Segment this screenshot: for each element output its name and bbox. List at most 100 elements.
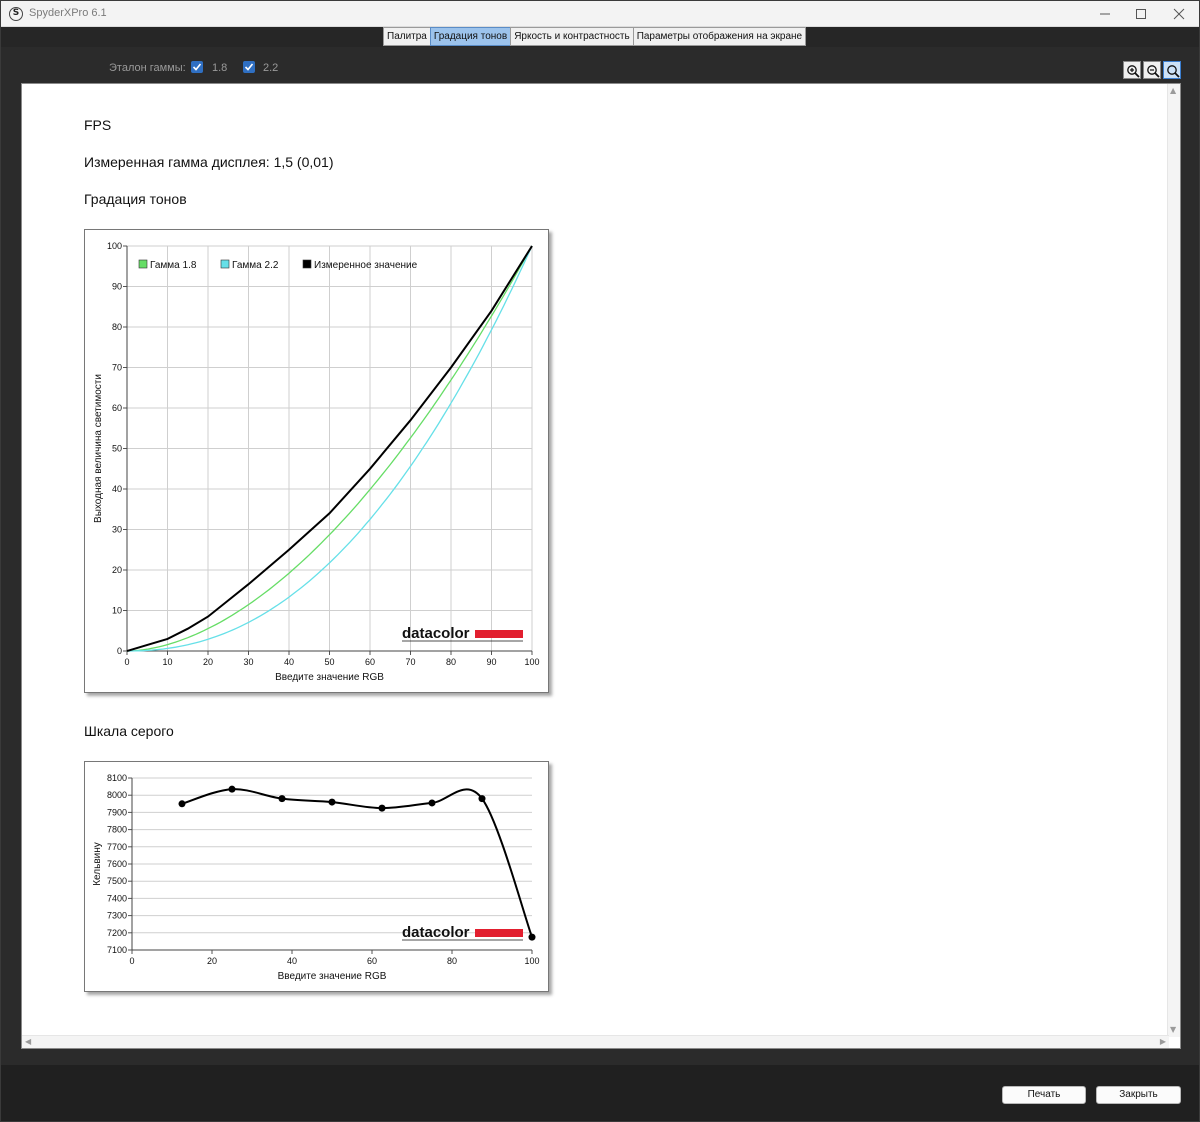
tone-curve-svg: 0 10 20 30 40 50 60 70 80 90 100 0 10 20 30 40 50 60 70 80 9… xyxy=(93,241,540,683)
datacolor-logo-bar xyxy=(475,630,523,638)
gamma-18-label: 1.8 xyxy=(212,62,228,74)
y-tick-label: 7200 xyxy=(107,928,127,938)
legend-label-3: Измеренное значение xyxy=(314,260,418,271)
y-tick-label: 7300 xyxy=(107,911,127,921)
minimize-icon xyxy=(1100,13,1110,15)
y-tick-label: 50 xyxy=(112,444,122,454)
gamma-22-checkbox[interactable] xyxy=(243,61,255,73)
close-button[interactable]: Закрыть xyxy=(1096,1086,1181,1104)
tab-brightness-contrast[interactable]: Яркость и контрастность xyxy=(510,27,634,46)
y-tick-label: 7600 xyxy=(107,859,127,869)
scroll-up-icon[interactable]: ▲ xyxy=(1170,87,1176,95)
x-axis-label: Введите значение RGB xyxy=(278,971,387,982)
tabs: Палитра Градация тонов Яркость и контрас… xyxy=(383,27,807,46)
scroll-down-icon[interactable]: ▼ xyxy=(1170,1026,1176,1034)
x-tick-label: 90 xyxy=(486,657,496,667)
x-tick-label: 30 xyxy=(243,657,253,667)
maximize-button[interactable] xyxy=(1123,1,1159,27)
kelvin-data-point xyxy=(428,799,436,807)
x-tick-label: 80 xyxy=(446,657,456,667)
x-tick-label: 70 xyxy=(405,657,415,667)
kelvin-data-point xyxy=(378,804,386,812)
scroll-left-icon[interactable]: ◀ xyxy=(25,1038,31,1046)
x-tick-label: 40 xyxy=(287,956,297,966)
y-tick-label: 7900 xyxy=(107,807,127,817)
zoom-in-button[interactable] xyxy=(1123,61,1141,79)
toolbar: Эталон гаммы: 1.8 2.2 xyxy=(1,47,1199,83)
display-name: FPS xyxy=(84,117,112,133)
legend-swatch-3 xyxy=(302,259,312,269)
y-tick-label: 7400 xyxy=(107,893,127,903)
vertical-scrollbar[interactable]: ▲ ▼ xyxy=(1167,84,1180,1037)
gamma-18-checkbox[interactable] xyxy=(191,61,203,73)
tone-section-title: Градация тонов xyxy=(84,191,187,207)
kelvin-data-point xyxy=(178,800,186,808)
footer: Печать Закрыть xyxy=(1,1065,1199,1121)
legend-swatch-1 xyxy=(138,259,148,269)
y-tick-label: 7100 xyxy=(107,945,127,955)
gamma-reference-label: Эталон гаммы: xyxy=(109,62,186,74)
close-window-button[interactable] xyxy=(1161,1,1197,27)
x-tick-label: 40 xyxy=(284,657,294,667)
datacolor-logo-bar xyxy=(475,929,523,937)
y-tick-label: 20 xyxy=(112,565,122,575)
y-tick-label: 40 xyxy=(112,484,122,494)
x-tick-label: 60 xyxy=(365,657,375,667)
zoom-in-icon xyxy=(1127,65,1140,78)
zoom-out-button[interactable] xyxy=(1143,61,1161,79)
legend-label-1: Гамма 1.8 xyxy=(150,260,197,271)
x-tick-label: 0 xyxy=(124,657,129,667)
y-tick-label: 70 xyxy=(112,363,122,373)
gray-section-title: Шкала серого xyxy=(84,723,174,739)
close-icon xyxy=(1173,8,1185,20)
app-logo-icon: S xyxy=(9,7,23,21)
x-tick-label: 60 xyxy=(367,956,377,966)
zoom-out-icon xyxy=(1147,65,1160,78)
kelvin-data-point xyxy=(528,933,536,941)
gamma-22-label: 2.2 xyxy=(263,62,279,74)
tab-palette[interactable]: Палитра xyxy=(383,27,431,46)
tab-display-settings[interactable]: Параметры отображения на экране xyxy=(632,27,807,46)
window-title: SpyderXPro 6.1 xyxy=(29,7,107,19)
measured-gamma-text: Измеренная гамма дисплея: 1,5 (0,01) xyxy=(84,154,334,170)
y-tick-label: 10 xyxy=(112,606,122,616)
kelvin-data-point xyxy=(228,785,236,793)
grayscale-chart: 7100 7200 7300 7400 7500 7600 7700 7800 7900 8000… xyxy=(84,761,549,992)
y-tick-label: 7500 xyxy=(107,876,127,886)
y-tick-label: 7700 xyxy=(107,842,127,852)
print-button[interactable]: Печать xyxy=(1002,1086,1086,1104)
y-tick-label: 7800 xyxy=(107,825,127,835)
y-tick-label: 90 xyxy=(112,282,122,292)
kelvin-data-point xyxy=(278,795,286,803)
check-icon xyxy=(192,63,202,71)
legend-label-2: Гамма 2.2 xyxy=(232,260,279,271)
tab-bar: Палитра Градация тонов Яркость и контрас… xyxy=(1,27,1199,47)
x-axis-label: Введите значение RGB xyxy=(275,672,384,683)
tone-curve-chart: 0 10 20 30 40 50 60 70 80 90 100 0 10 20 30 40 50 60 70 80 9… xyxy=(84,229,549,693)
tab-tone-gradation[interactable]: Градация тонов xyxy=(429,27,512,46)
kelvin-series-line xyxy=(181,788,533,938)
x-tick-label: 100 xyxy=(524,657,539,667)
horizontal-scrollbar[interactable]: ◀ ▶ xyxy=(22,1035,1169,1048)
zoom-fit-button[interactable] xyxy=(1163,61,1181,79)
x-tick-label: 20 xyxy=(207,956,217,966)
check-icon xyxy=(244,63,254,71)
title-bar[interactable]: S SpyderXPro 6.1 xyxy=(1,1,1199,27)
app-window: S SpyderXPro 6.1 Палитра Градация тонов … xyxy=(0,0,1200,1122)
grayscale-svg: 7100 7200 7300 7400 7500 7600 7700 7800 7900 8000… xyxy=(92,773,540,982)
y-tick-label: 80 xyxy=(112,322,122,332)
x-tick-label: 50 xyxy=(324,657,334,667)
datacolor-logo-text: datacolor xyxy=(402,924,470,941)
maximize-icon xyxy=(1136,9,1146,19)
scroll-right-icon[interactable]: ▶ xyxy=(1160,1038,1166,1046)
report-view[interactable]: FPS Измеренная гамма дисплея: 1,5 (0,01)… xyxy=(21,83,1181,1049)
y-axis-label: Выходная величина светимости xyxy=(93,374,104,523)
y-tick-label: 0 xyxy=(117,646,122,656)
zoom-fit-icon xyxy=(1167,65,1180,78)
minimize-button[interactable] xyxy=(1087,1,1123,27)
x-tick-label: 0 xyxy=(129,956,134,966)
x-tick-label: 80 xyxy=(447,956,457,966)
y-tick-label: 8000 xyxy=(107,790,127,800)
x-tick-label: 10 xyxy=(162,657,172,667)
y-tick-label: 60 xyxy=(112,403,122,413)
